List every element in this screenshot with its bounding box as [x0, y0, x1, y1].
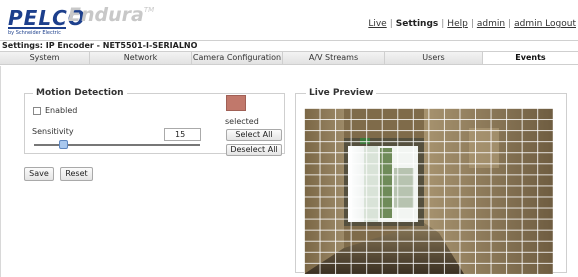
tab-camera-configuration[interactable]: Camera Configuration [192, 52, 283, 64]
sensitivity-label: Sensitivity [32, 127, 74, 136]
trademark: TM [143, 6, 155, 14]
tab-users[interactable]: Users [385, 52, 483, 64]
separator: | [508, 19, 512, 29]
product-name: EnduraTM [68, 4, 154, 26]
reset-button[interactable]: Reset [60, 167, 93, 181]
enabled-label: Enabled [45, 106, 78, 115]
tab-av-streams[interactable]: A/V Streams [283, 52, 385, 64]
sensitivity-slider-handle[interactable] [58, 140, 68, 149]
link-settings[interactable]: Settings [396, 19, 438, 29]
logo-subtitle: by Schneider Electric [8, 30, 61, 36]
link-logout[interactable]: admin Logout [514, 19, 576, 29]
separator: | [441, 19, 445, 29]
motion-grid-overlay[interactable] [304, 108, 553, 274]
tab-bar: System Network Camera Configuration A/V … [0, 51, 578, 65]
page-title: Settings: IP Encoder - NET5501-I-SERIALN… [2, 41, 198, 50]
selected-label: selected [225, 117, 259, 126]
selected-color-swatch[interactable] [226, 95, 246, 111]
link-admin[interactable]: admin [477, 19, 505, 29]
tab-system[interactable]: System [0, 52, 90, 64]
separator: | [470, 19, 474, 29]
live-preview-panel: Live Preview [295, 88, 567, 274]
select-all-button[interactable]: Select All [226, 129, 282, 141]
motion-detection-title: Motion Detection [36, 88, 124, 98]
tab-network[interactable]: Network [90, 52, 192, 64]
sensitivity-input[interactable]: 15 [164, 128, 201, 141]
page-title-bar: Settings: IP Encoder - NET5501-I-SERIALN… [0, 40, 578, 51]
deselect-all-button[interactable]: Deselect All [226, 144, 282, 156]
live-preview-video[interactable] [304, 108, 553, 274]
link-live[interactable]: Live [368, 19, 386, 29]
enabled-checkbox[interactable] [33, 107, 41, 115]
logo-underline [8, 27, 66, 29]
link-help[interactable]: Help [447, 19, 468, 29]
top-nav: Live | Settings | Help | admin | admin Logout [368, 19, 576, 29]
product-name-text: Endura [68, 4, 144, 26]
separator: | [389, 19, 393, 29]
header: PELCO by Schneider Electric EnduraTM Liv… [0, 0, 578, 40]
main-content: Motion Detection Enabled Sensitivity 15 … [0, 66, 578, 277]
live-preview-title: Live Preview [309, 88, 374, 98]
tab-events[interactable]: Events [483, 52, 578, 64]
save-button[interactable]: Save [24, 167, 54, 181]
